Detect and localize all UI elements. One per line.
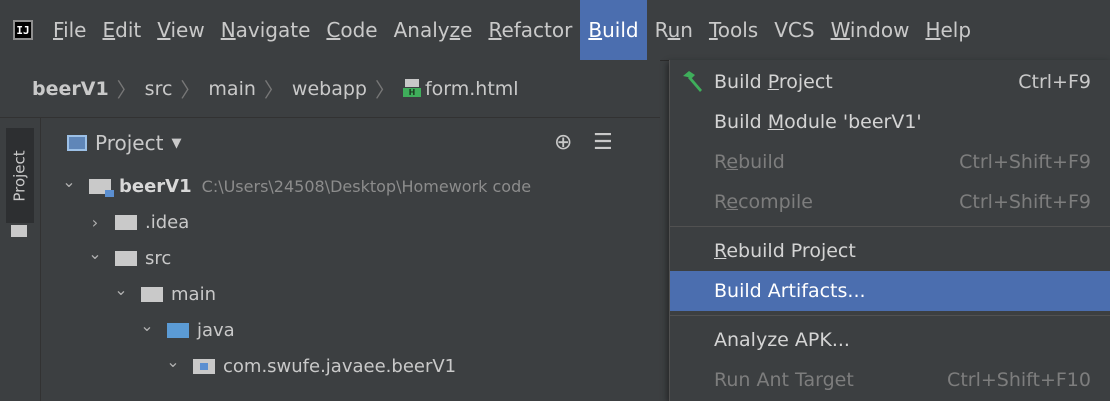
menu-navigate[interactable]: Navigate (213, 0, 319, 60)
menu-item-shortcut: Ctrl+Shift+F9 (959, 191, 1091, 213)
dropdown-arrow-icon[interactable]: ▼ (171, 136, 181, 151)
menu-item-label: Build Project (714, 71, 833, 93)
hammer-icon (683, 71, 702, 92)
menu-window[interactable]: Window (823, 0, 918, 60)
menu-item-label: Build Module 'beerV1' (714, 111, 922, 133)
menu-item-label: Run Ant Target (714, 369, 854, 391)
menu-refactor[interactable]: Refactor (480, 0, 580, 60)
breadcrumb-project[interactable]: beerV1 (0, 78, 115, 100)
menu-help[interactable]: Help (917, 0, 979, 60)
tree-item-label: java (197, 319, 235, 341)
tree-item-path: C:\Users\24508\Desktop\Homework code (201, 176, 532, 196)
tree-item[interactable]: ⌄ java (41, 312, 660, 348)
chevron-down-icon[interactable]: ⌄ (163, 352, 183, 371)
breadcrumb-separator-icon: 〉 (116, 78, 137, 102)
breadcrumb-separator-icon: 〉 (263, 78, 284, 102)
menu-item-label: Rebuild (714, 151, 785, 173)
menu-item-label: Analyze APK... (714, 329, 850, 351)
menu-separator (670, 315, 1110, 316)
tree-item-label: com.swufe.javaee.beerV1 (223, 355, 457, 377)
tree-item-label: main (171, 283, 216, 305)
package-icon (193, 358, 215, 374)
menu-item-rebuild[interactable]: Rebuild Ctrl+Shift+F9 (670, 142, 1110, 182)
intellij-logo-icon: IJ (13, 20, 33, 40)
project-view-selector[interactable]: Project (95, 131, 163, 155)
menu-separator (670, 226, 1110, 227)
menu-items: File Edit View Navigate Code Analyze Refactor B… (45, 0, 979, 60)
html-file-icon: H (402, 78, 421, 97)
tree-item[interactable]: ⌄ beerV1 C:\Users\24508\Desktop\Homework c… (41, 168, 660, 204)
folder-icon (115, 214, 137, 230)
menu-item-shortcut: Ctrl+F9 (1018, 71, 1091, 93)
project-tree: ⌄ beerV1 C:\Users\24508\Desktop\Homework c… (41, 168, 660, 384)
tree-item[interactable]: ⌄ src (41, 240, 660, 276)
menu-edit[interactable]: Edit (94, 0, 149, 60)
menu-tools[interactable]: Tools (701, 0, 766, 60)
breadcrumb-separator-icon: 〉 (374, 78, 395, 102)
project-panel-header: Project ▼ ⊕ ☰ (41, 118, 660, 168)
menu-item-label: Build Artifacts... (714, 280, 866, 302)
project-tool-tab[interactable]: Project (6, 128, 34, 223)
build-menu-dropdown: Build Project Ctrl+F9 Build Module 'beerV1… (669, 60, 1110, 401)
menu-run[interactable]: Run (647, 0, 701, 60)
menu-item-build-project[interactable]: Build Project Ctrl+F9 (670, 62, 1110, 102)
collapse-all-icon[interactable]: ☰ (593, 130, 613, 155)
menu-vcs[interactable]: VCS (766, 0, 822, 60)
breadcrumb-file-label: form.html (424, 77, 519, 100)
chevron-down-icon[interactable]: ⌄ (137, 316, 157, 335)
tree-item[interactable]: › .idea (41, 204, 660, 240)
chevron-right-icon[interactable]: › (85, 213, 105, 232)
menu-item-recompile[interactable]: Recompile Ctrl+Shift+F9 (670, 182, 1110, 222)
project-view-icon (67, 135, 87, 151)
breadcrumb-webapp[interactable]: webapp (286, 78, 373, 100)
menu-item-label: Recompile (714, 191, 813, 213)
menu-item-build-module-beerv1[interactable]: Build Module 'beerV1' (670, 102, 1110, 142)
menu-item-shortcut: Ctrl+Shift+F9 (959, 151, 1091, 173)
tree-item-label: beerV1 (119, 175, 192, 197)
breadcrumb-file[interactable]: Hform.html (397, 78, 525, 100)
locate-file-icon[interactable]: ⊕ (554, 130, 572, 155)
chevron-down-icon[interactable]: ⌄ (85, 244, 105, 263)
ide-window: IJ File Edit View Navigate Code Analyze Refact… (0, 0, 1110, 401)
breadcrumb-src[interactable]: src (139, 78, 179, 100)
project-tool-tab-label: Project (11, 149, 30, 202)
tool-window-strip: Project (0, 118, 41, 401)
tree-item-label: .idea (145, 211, 190, 233)
menu-analyze[interactable]: Analyze (386, 0, 481, 60)
breadcrumb-main[interactable]: main (202, 78, 261, 100)
breadcrumb-separator-icon: 〉 (180, 78, 201, 102)
menu-item-analyze-apk[interactable]: Analyze APK... (670, 320, 1110, 360)
tree-item[interactable]: ⌄ com.swufe.javaee.beerV1 (41, 348, 660, 384)
tree-item-label: src (145, 247, 172, 269)
menu-code[interactable]: Code (318, 0, 385, 60)
tree-item[interactable]: ⌄ main (41, 276, 660, 312)
project-panel: Project ▼ ⊕ ☰ ⌄ beerV1 C:\Users\24508\Desk… (41, 118, 660, 401)
menu-item-run-ant-target[interactable]: Run Ant Target Ctrl+Shift+F10 (670, 360, 1110, 400)
folder-icon (167, 322, 189, 338)
menu-build[interactable]: Build (580, 0, 647, 60)
menu-item-shortcut: Ctrl+Shift+F10 (947, 369, 1091, 391)
menu-view[interactable]: View (149, 0, 212, 60)
chevron-down-icon[interactable]: ⌄ (111, 280, 131, 299)
folder-icon (141, 286, 163, 302)
menu-item-build-artifacts[interactable]: Build Artifacts... (670, 271, 1110, 311)
folder-icon (11, 225, 27, 237)
menu-bar: IJ File Edit View Navigate Code Analyze Refact… (0, 0, 1110, 61)
breadcrumb: beerV1 〉 src 〉 main 〉 webapp 〉 Hform.htm… (0, 60, 660, 118)
menu-item-label: Rebuild Project (714, 240, 856, 262)
menu-file[interactable]: File (45, 0, 94, 60)
menu-item-rebuild-project[interactable]: Rebuild Project (670, 231, 1110, 271)
chevron-down-icon[interactable]: ⌄ (59, 172, 79, 191)
folder-icon (115, 250, 137, 266)
module-folder-icon (89, 178, 114, 197)
